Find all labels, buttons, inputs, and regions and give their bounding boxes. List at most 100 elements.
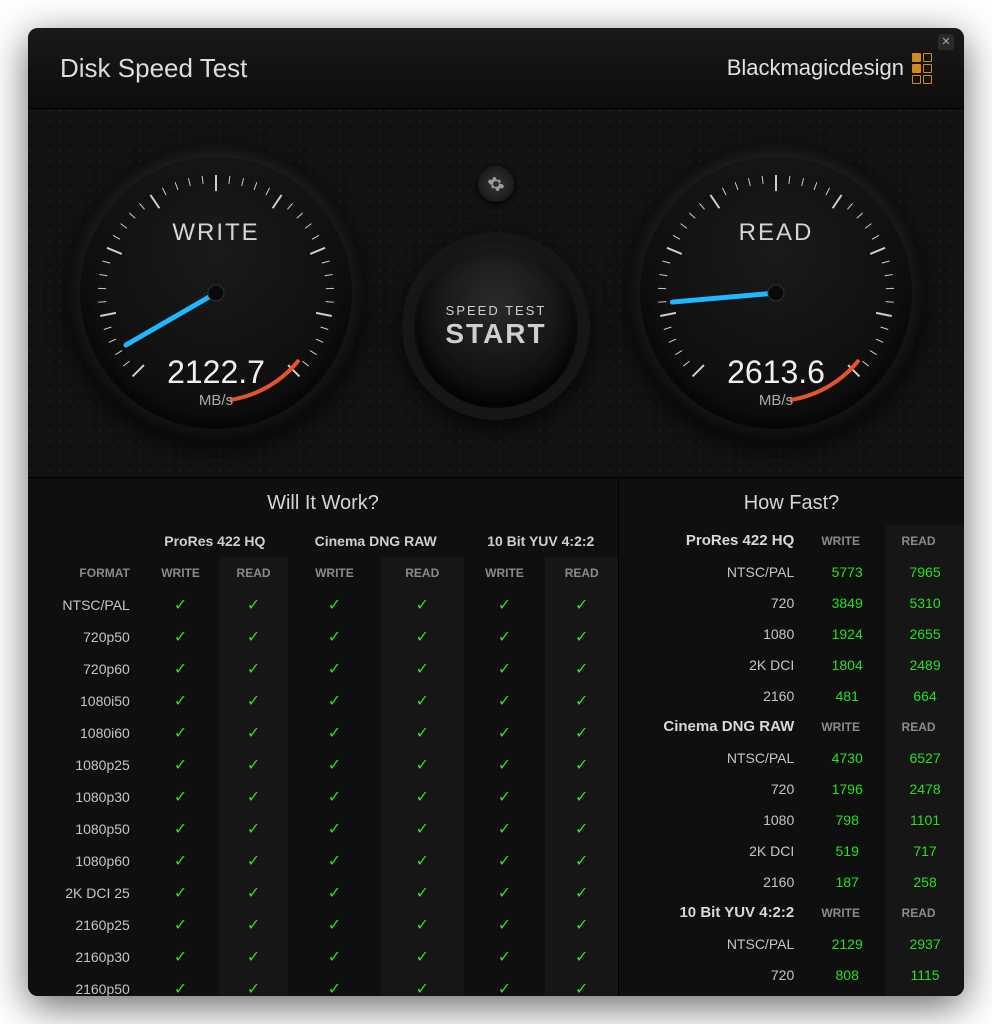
close-icon[interactable]: ✕ (938, 34, 954, 50)
read-value: 664 (886, 680, 964, 711)
brand: Blackmagicdesign (727, 53, 932, 84)
write-value: 187 (808, 866, 886, 897)
read-gauge-value: 2613.6 (626, 354, 926, 391)
check-cell: ✓ (464, 621, 546, 653)
check-cell: ✓ (545, 589, 618, 621)
check-icon: ✓ (247, 821, 260, 838)
format-label: 2160p30 (28, 941, 142, 973)
check-icon: ✓ (575, 949, 588, 966)
write-value: 4730 (808, 742, 886, 773)
check-icon: ✓ (575, 981, 588, 996)
check-icon: ✓ (174, 885, 187, 902)
check-cell: ✓ (219, 877, 288, 909)
read-value: 2489 (886, 649, 964, 680)
check-icon: ✓ (498, 917, 511, 934)
check-icon: ✓ (416, 949, 429, 966)
check-cell: ✓ (219, 973, 288, 996)
check-icon: ✓ (416, 885, 429, 902)
check-icon: ✓ (174, 725, 187, 742)
will-it-work-panel: Will It Work? ProRes 422 HQ Cinema DNG R… (28, 478, 619, 996)
format-label: 1080p30 (28, 781, 142, 813)
format-header: FORMAT (28, 557, 142, 589)
check-icon: ✓ (247, 981, 260, 996)
check-icon: ✓ (575, 853, 588, 870)
table-row: 720p50✓✓✓✓✓✓ (28, 621, 618, 653)
section-name: Cinema DNG RAW (619, 711, 808, 742)
check-cell: ✓ (464, 749, 546, 781)
check-cell: ✓ (142, 845, 219, 877)
check-icon: ✓ (575, 725, 588, 742)
format-label: 720 (619, 587, 808, 618)
how-fast-title: How Fast? (619, 478, 964, 525)
check-icon: ✓ (174, 597, 187, 614)
check-cell: ✓ (219, 653, 288, 685)
check-cell: ✓ (545, 781, 618, 813)
brand-label: Blackmagicdesign (727, 55, 904, 81)
check-cell: ✓ (288, 973, 381, 996)
check-icon: ✓ (328, 629, 341, 646)
check-icon: ✓ (498, 821, 511, 838)
read-value: 717 (886, 835, 964, 866)
table-row: NTSC/PAL✓✓✓✓✓✓ (28, 589, 618, 621)
format-label: 720p50 (28, 621, 142, 653)
start-button-big: START (445, 318, 546, 350)
format-label: 2K DCI (619, 835, 808, 866)
check-icon: ✓ (498, 949, 511, 966)
check-icon: ✓ (174, 949, 187, 966)
check-icon: ✓ (498, 885, 511, 902)
check-icon: ✓ (416, 597, 429, 614)
check-icon: ✓ (174, 661, 187, 678)
check-icon: ✓ (416, 917, 429, 934)
read-value: 7965 (886, 556, 964, 587)
check-icon: ✓ (416, 661, 429, 678)
table-row: 72017962478 (619, 773, 964, 804)
check-icon: ✓ (328, 693, 341, 710)
check-icon: ✓ (247, 597, 260, 614)
format-label: 1080i60 (28, 717, 142, 749)
check-cell: ✓ (381, 717, 464, 749)
check-icon: ✓ (247, 917, 260, 934)
check-cell: ✓ (381, 621, 464, 653)
check-cell: ✓ (219, 589, 288, 621)
check-icon: ✓ (247, 757, 260, 774)
settings-button[interactable] (478, 166, 514, 202)
check-icon: ✓ (498, 725, 511, 742)
table-row: 1080p25✓✓✓✓✓✓ (28, 749, 618, 781)
check-icon: ✓ (575, 661, 588, 678)
check-cell: ✓ (142, 685, 219, 717)
app-title: Disk Speed Test (60, 53, 247, 84)
write-value: 1804 (808, 649, 886, 680)
check-icon: ✓ (498, 661, 511, 678)
check-cell: ✓ (219, 941, 288, 973)
check-cell: ✓ (288, 717, 381, 749)
check-icon: ✓ (174, 821, 187, 838)
check-icon: ✓ (416, 853, 429, 870)
check-cell: ✓ (545, 941, 618, 973)
check-cell: ✓ (464, 941, 546, 973)
format-label: 720 (619, 959, 808, 990)
read-value: 6527 (886, 742, 964, 773)
check-cell: ✓ (464, 781, 546, 813)
format-label: 2160 (619, 866, 808, 897)
gear-icon (487, 175, 505, 193)
check-icon: ✓ (174, 789, 187, 806)
format-label: 1080p50 (28, 813, 142, 845)
format-label: NTSC/PAL (619, 556, 808, 587)
check-cell: ✓ (545, 685, 618, 717)
format-label: 1080p60 (28, 845, 142, 877)
check-icon: ✓ (575, 917, 588, 934)
write-value: 5773 (808, 556, 886, 587)
check-icon: ✓ (328, 757, 341, 774)
format-label: 2K DCI (619, 649, 808, 680)
table-row: NTSC/PAL21292937 (619, 928, 964, 959)
start-button[interactable]: SPEED TEST START (402, 232, 590, 420)
table-row: 2160187258 (619, 866, 964, 897)
check-icon: ✓ (247, 629, 260, 646)
check-cell: ✓ (288, 749, 381, 781)
read-value: 5310 (886, 587, 964, 618)
check-icon: ✓ (575, 693, 588, 710)
section-name: ProRes 422 HQ (619, 525, 808, 556)
write-value: 519 (808, 835, 886, 866)
check-cell: ✓ (381, 589, 464, 621)
check-cell: ✓ (288, 941, 381, 973)
